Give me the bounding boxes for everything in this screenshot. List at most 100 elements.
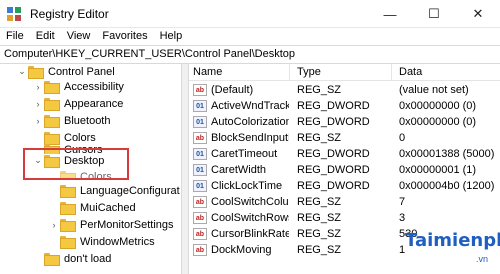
menu-file[interactable]: File (6, 28, 24, 45)
chevron-down-icon[interactable]: ⌄ (16, 66, 28, 77)
maximize-button[interactable]: ☐ (412, 0, 456, 28)
value-row[interactable]: 01 ClickLockTime REG_DWORD 0x000004b0 (1… (189, 179, 500, 194)
dword-value-icon: 01 (193, 180, 207, 192)
menu-view[interactable]: View (67, 28, 91, 45)
value-type: REG_DWORD (297, 148, 370, 160)
tree-item-permonitorsettings[interactable]: › PerMonitorSettings (48, 216, 174, 233)
dword-value-icon: 01 (193, 148, 207, 160)
value-type: REG_SZ (297, 196, 342, 208)
column-header-type[interactable]: Type (297, 66, 321, 78)
tree-item-accessibility[interactable]: › Accessibility (32, 78, 124, 95)
window-title: Registry Editor (30, 7, 109, 21)
value-data: (value not set) (399, 84, 469, 96)
registry-tree[interactable]: ⌄ Control Panel › Accessibility › Appear… (0, 64, 180, 274)
value-row[interactable]: 01 CaretTimeout REG_DWORD 0x00001388 (50… (189, 147, 500, 162)
chevron-right-icon[interactable]: › (32, 99, 44, 109)
tree-item-label: WindowMetrics (80, 235, 155, 248)
value-name: DockMoving (211, 244, 272, 256)
tree-item-label: Bluetooth (64, 114, 111, 127)
close-button[interactable]: ✕ (456, 0, 500, 28)
column-header-name[interactable]: Name (193, 66, 222, 78)
column-header-data[interactable]: Data (399, 66, 422, 78)
value-row[interactable]: ab CoolSwitchColu REG_SZ 7 (189, 195, 500, 210)
string-value-icon: ab (193, 244, 207, 256)
menu-help[interactable]: Help (160, 28, 183, 45)
dword-value-icon: 01 (193, 100, 207, 112)
folder-icon (44, 132, 60, 145)
value-name: (Default) (211, 84, 254, 96)
value-row[interactable]: 01 ActiveWndTrack... REG_DWORD 0x0000000… (189, 99, 500, 114)
value-data: 7 (399, 196, 406, 208)
value-name: CoolSwitchRows (211, 212, 289, 224)
chevron-right-icon[interactable]: › (32, 82, 44, 92)
value-data: 0x00001388 (5000) (399, 148, 495, 160)
tree-item-label: MuiCached (80, 201, 136, 214)
folder-icon (44, 98, 60, 111)
value-type: REG_SZ (297, 244, 342, 256)
value-name: BlockSendInputR... (211, 132, 289, 144)
title-bar: Registry Editor — ☐ ✕ (0, 0, 500, 28)
address-bar[interactable]: Computer\HKEY_CURRENT_USER\Control Panel… (0, 45, 500, 64)
value-data: 0x000004b0 (1200) (399, 180, 495, 192)
string-value-icon: ab (193, 196, 207, 208)
tree-item-label: Colors (64, 131, 96, 144)
chevron-right-icon[interactable]: › (48, 220, 60, 230)
string-value-icon: ab (193, 132, 207, 144)
tree-item-bluetooth[interactable]: › Bluetooth (32, 112, 110, 129)
tree-item-label: don't load (64, 252, 112, 265)
minimize-icon: — (383, 6, 397, 22)
pane-splitter[interactable] (181, 64, 189, 274)
value-type: REG_SZ (297, 228, 342, 240)
tree-item-label: Accessibility (64, 80, 124, 93)
menu-favorites[interactable]: Favorites (102, 28, 147, 45)
tree-item-dont-load[interactable]: don't load (32, 250, 111, 267)
watermark-text: Taimienphi (405, 230, 500, 251)
value-type: REG_SZ (297, 132, 342, 144)
column-separator[interactable] (289, 64, 290, 81)
value-name: CaretTimeout (211, 148, 278, 160)
close-icon: ✕ (472, 6, 484, 21)
folder-icon (60, 219, 76, 232)
folder-icon (44, 81, 60, 94)
column-separator[interactable] (391, 64, 392, 81)
maximize-icon: ☐ (428, 6, 440, 21)
tree-item-muicached[interactable]: MuiCached (48, 199, 136, 216)
folder-icon (60, 202, 76, 215)
value-name: CaretWidth (211, 164, 267, 176)
value-type: REG_DWORD (297, 100, 370, 112)
value-type: REG_SZ (297, 84, 342, 96)
highlight-box (23, 148, 129, 180)
dword-value-icon: 01 (193, 116, 207, 128)
tree-item-label: Appearance (64, 97, 124, 110)
tree-item-appearance[interactable]: › Appearance (32, 95, 123, 112)
menu-edit[interactable]: Edit (36, 28, 55, 45)
value-row[interactable]: ab (Default) REG_SZ (value not set) (189, 83, 500, 98)
menu-bar: File Edit View Favorites Help (0, 28, 500, 45)
string-value-icon: ab (193, 212, 207, 224)
value-type: REG_SZ (297, 212, 342, 224)
dword-value-icon: 01 (193, 164, 207, 176)
tree-item-languageconfiguration[interactable]: LanguageConfigurati (48, 182, 180, 199)
tree-item-label: PerMonitorSettings (80, 218, 174, 231)
value-row[interactable]: ab BlockSendInputR... REG_SZ 0 (189, 131, 500, 146)
value-data: 0 (399, 132, 406, 144)
folder-icon (60, 236, 76, 249)
list-header: Name Type Data (189, 64, 500, 81)
tree-item-windowmetrics[interactable]: WindowMetrics (48, 233, 155, 250)
value-row[interactable]: 01 CaretWidth REG_DWORD 0x00000001 (1) (189, 163, 500, 178)
value-type: REG_DWORD (297, 116, 370, 128)
string-value-icon: ab (193, 228, 207, 240)
value-type: REG_DWORD (297, 164, 370, 176)
chevron-right-icon[interactable]: › (32, 116, 44, 126)
value-data: 0x00000000 (0) (399, 100, 477, 112)
value-name: ActiveWndTrack... (211, 100, 289, 112)
value-name: CoolSwitchColu (211, 196, 289, 208)
folder-icon (60, 185, 76, 198)
value-row[interactable]: 01 AutoColorization REG_DWORD 0x00000000… (189, 115, 500, 130)
folder-icon (44, 115, 60, 128)
value-name: CursorBlinkRate (211, 228, 289, 240)
value-row[interactable]: ab CoolSwitchRows REG_SZ 3 (189, 211, 500, 226)
value-type: REG_DWORD (297, 180, 370, 192)
value-data: 3 (399, 212, 406, 224)
minimize-button[interactable]: — (368, 0, 412, 28)
